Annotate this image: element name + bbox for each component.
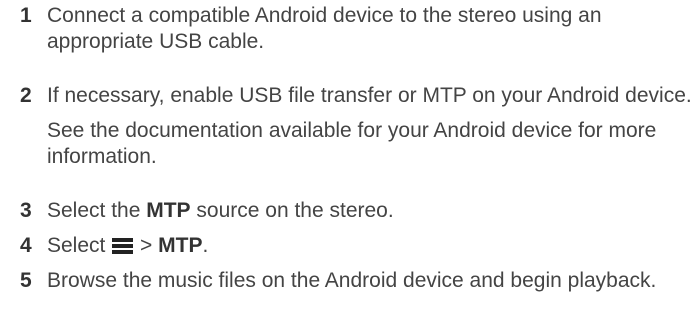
menu-icon <box>112 237 134 254</box>
step-2-note: See the documentation available for your… <box>47 119 657 168</box>
step-4-separator: > <box>134 234 159 257</box>
step-text: Select the MTP source on the stereo. <box>47 198 697 224</box>
step-text: Connect a compatible Android device to t… <box>47 3 697 55</box>
step-4-before: Select <box>47 234 112 257</box>
step-5-text: Browse the music files on the Android de… <box>47 269 657 292</box>
instruction-steps: 1 Connect a compatible Android device to… <box>0 0 699 315</box>
step-number: 1 <box>20 4 32 27</box>
step-3-before: Select the <box>47 199 147 222</box>
step-text: Browse the music files on the Android de… <box>47 268 697 294</box>
step-3-after: source on the stereo. <box>190 199 394 222</box>
step-4-text: Select > MTP. <box>47 233 697 259</box>
step-text: Select > MTP. <box>47 233 697 259</box>
step-1-text: Connect a compatible Android device to t… <box>47 4 602 53</box>
step-4-source-name: MTP <box>158 234 203 257</box>
step-3-source-name: MTP <box>146 199 191 222</box>
step-3-text: Select the MTP source on the stereo. <box>47 198 697 224</box>
step-number: 4 <box>20 234 32 257</box>
step-2-text: If necessary, enable USB file transfer o… <box>47 84 692 107</box>
step-number: 2 <box>20 84 32 107</box>
step-4-after: . <box>202 234 209 257</box>
step-text: If necessary, enable USB file transfer o… <box>47 83 697 170</box>
step-number: 3 <box>20 199 32 222</box>
step-number: 5 <box>20 269 32 292</box>
